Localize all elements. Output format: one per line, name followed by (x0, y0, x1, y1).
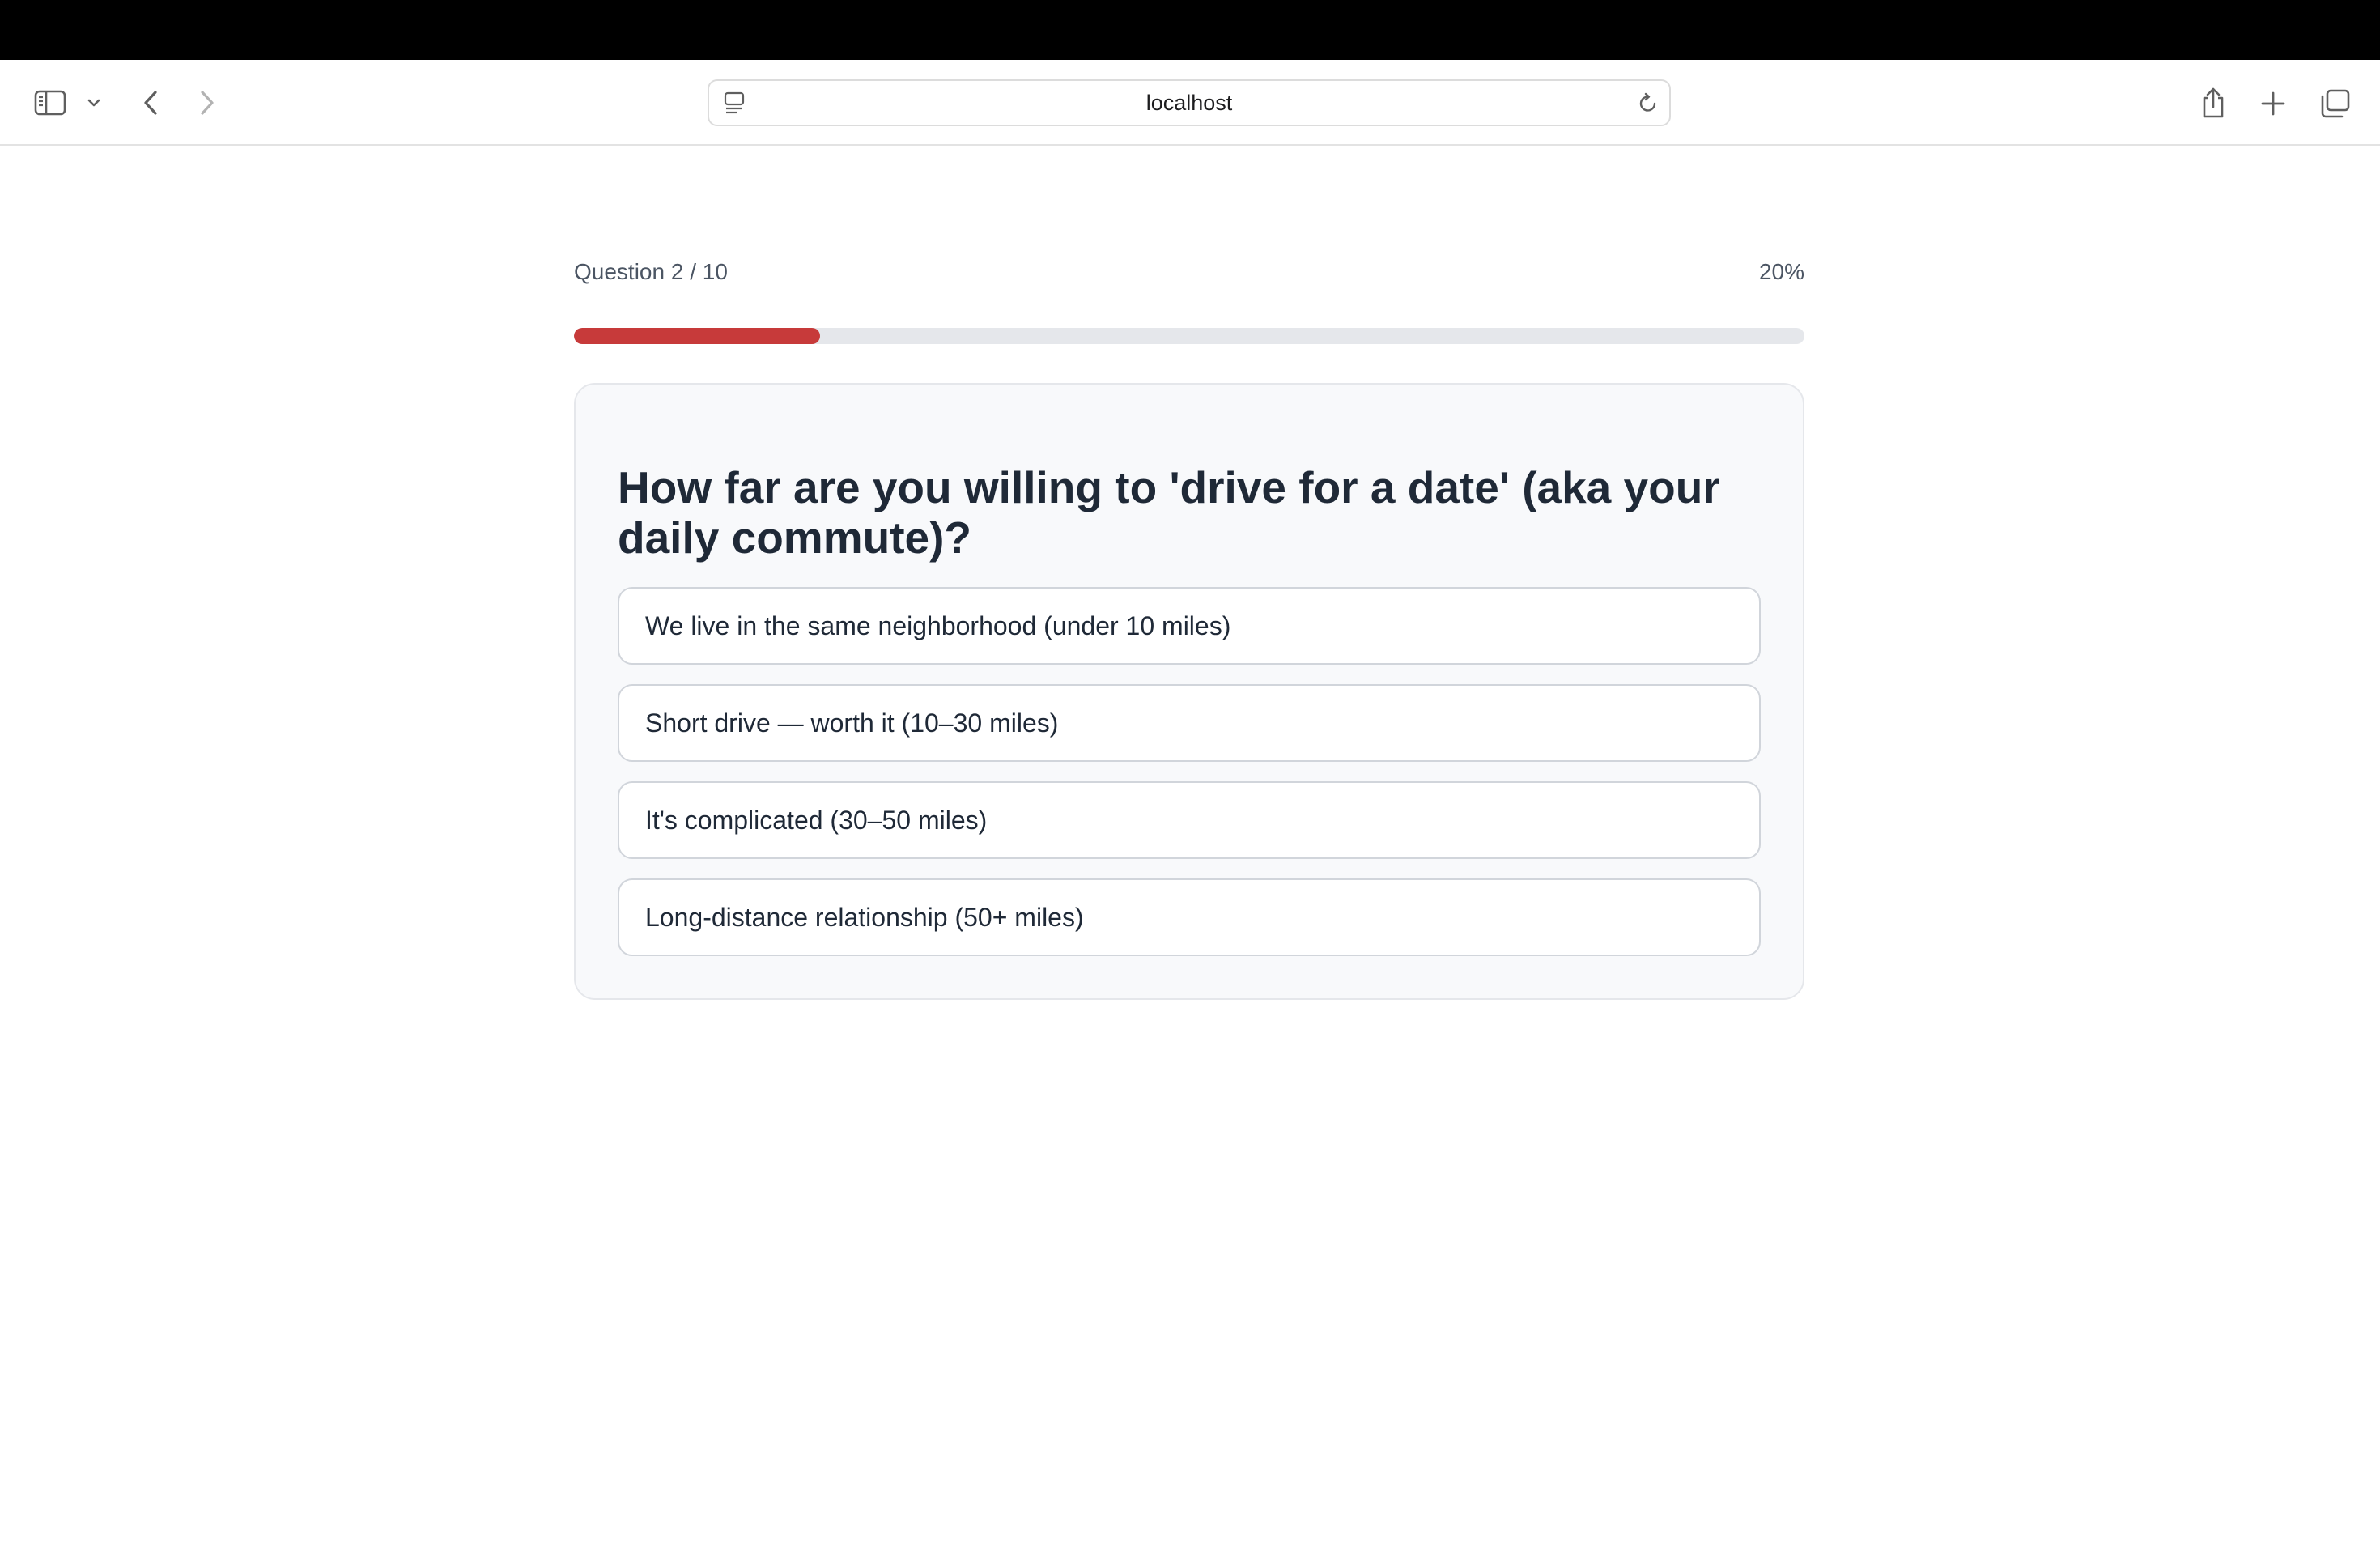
progress-header: Question 2 / 10 20% (574, 259, 1804, 291)
plus-icon[interactable] (2254, 84, 2293, 123)
address-text: localhost (1145, 90, 1233, 115)
sidebar-icon[interactable] (29, 84, 71, 121)
chevron-left-icon[interactable] (134, 84, 167, 121)
progress-bar (574, 328, 1804, 344)
question-title: How far are you willing to 'drive for a … (618, 462, 1720, 563)
answer-option[interactable]: It's complicated (30–50 miles) (618, 781, 1761, 859)
tab-overview-icon[interactable] (2314, 84, 2356, 123)
answer-option[interactable]: Short drive — worth it (10–30 miles) (618, 684, 1761, 762)
answer-option[interactable]: Long-distance relationship (50+ miles) (618, 878, 1761, 956)
progress-label: Question 2 / 10 (574, 259, 728, 284)
progress-percent: 20% (1758, 259, 1804, 284)
answer-options: We live in the same neighborhood (under … (618, 587, 1761, 956)
chevron-down-icon[interactable] (83, 89, 105, 117)
system-menu-bar (0, 0, 2380, 60)
quiz-container: Question 2 / 10 20% How far are you will… (574, 259, 1804, 1000)
answer-option[interactable]: We live in the same neighborhood (under … (618, 587, 1761, 665)
share-icon[interactable] (2194, 83, 2233, 123)
chevron-right-icon[interactable] (191, 84, 223, 121)
browser-toolbar: localhost (0, 60, 2380, 146)
page-menu-icon[interactable] (720, 89, 748, 118)
progress-bar-fill (574, 328, 820, 344)
address-bar[interactable]: localhost (708, 79, 1671, 126)
question-card: How far are you willing to 'drive for a … (574, 383, 1804, 1000)
reload-icon[interactable] (1634, 89, 1663, 118)
